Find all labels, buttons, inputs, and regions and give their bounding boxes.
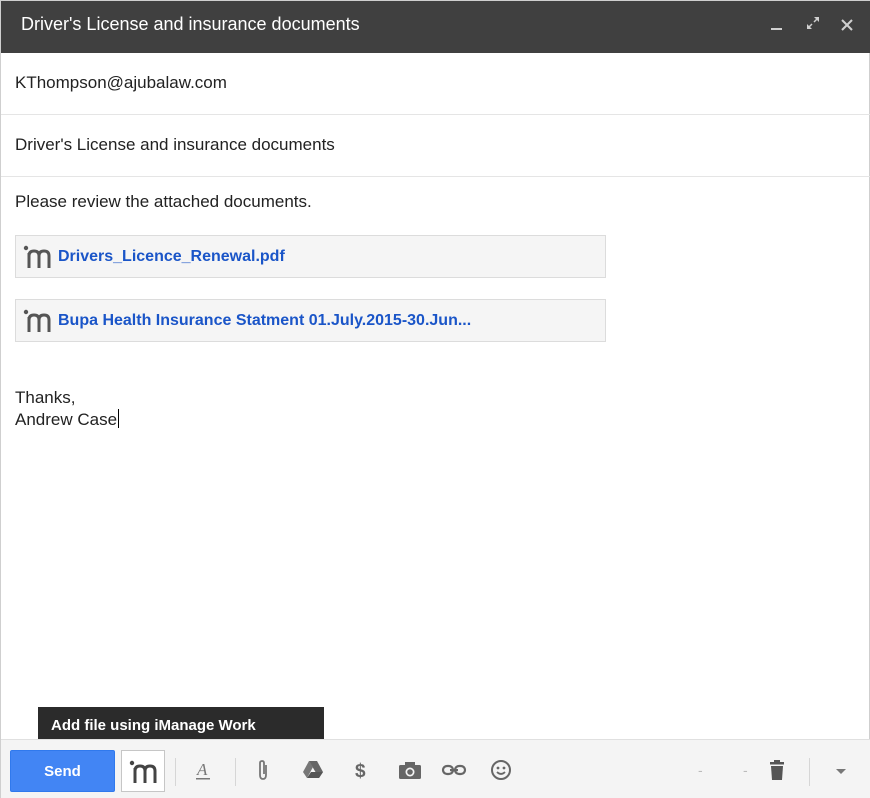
text-format-icon: A [196,760,210,780]
send-money-button[interactable]: $ [343,752,379,788]
compose-titlebar[interactable]: Driver's License and insurance documents [1,1,870,53]
subject-field[interactable]: Driver's License and insurance documents [1,115,870,177]
close-icon[interactable] [836,13,858,39]
dollar-icon: $ [355,761,366,782]
drive-button[interactable] [295,752,331,788]
body-intro-text: Please review the attached documents. [15,192,312,211]
emoji-icon [491,760,511,780]
compose-title: Driver's License and insurance documents [21,14,360,34]
toolbar-divider [809,758,810,786]
drive-icon [303,761,323,778]
to-field[interactable]: KThompson@ajubalaw.com [1,53,870,115]
toolbar-spacer: - [743,762,748,778]
more-options-button[interactable] [823,752,859,788]
svg-text:A: A [196,760,208,779]
attachment-chip[interactable]: Drivers_Licence_Renewal.pdf [15,235,606,278]
subject-input[interactable]: Driver's License and insurance documents [15,135,335,155]
insert-emoji-button[interactable] [483,752,519,788]
formatting-button[interactable]: A [185,752,221,788]
signature-block: Thanks, Andrew Case [15,387,120,431]
trash-icon [770,760,784,780]
compose-window: Driver's License and insurance documents… [0,0,870,798]
recipient-address[interactable]: KThompson@ajubalaw.com [15,73,227,93]
discard-draft-button[interactable] [759,752,795,788]
expand-icon[interactable] [802,13,824,39]
tooltip-text: Add file using iManage Work [51,717,256,734]
imanage-icon [22,306,52,336]
message-body[interactable]: Please review the attached documents. Dr… [1,177,870,737]
camera-icon [399,762,421,779]
insert-link-button[interactable] [435,752,471,788]
svg-text:$: $ [355,761,366,782]
toolbar-spacer: - [698,762,703,778]
attach-file-button[interactable] [245,752,281,788]
insert-photo-button[interactable] [391,752,427,788]
toolbar-divider [235,758,236,786]
attachment-name[interactable]: Drivers_Licence_Renewal.pdf [58,248,285,266]
attachment-name[interactable]: Bupa Health Insurance Statment 01.July.2… [58,312,471,330]
imanage-button[interactable] [121,750,165,792]
more-options-icon [836,769,846,774]
attach-icon [259,760,267,780]
compose-toolbar: Send A $ - - [1,739,870,798]
signature-name: Andrew Case [15,410,118,429]
signature-line: Andrew Case [15,409,120,431]
minimize-icon[interactable] [766,13,788,39]
text-cursor [118,409,120,428]
closing-text: Thanks, [15,388,76,407]
imanage-icon [22,242,52,272]
send-button[interactable]: Send [10,750,115,792]
link-icon [441,764,467,776]
toolbar-divider [175,758,176,786]
imanage-icon [129,760,157,783]
attachment-chip[interactable]: Bupa Health Insurance Statment 01.July.2… [15,299,606,342]
